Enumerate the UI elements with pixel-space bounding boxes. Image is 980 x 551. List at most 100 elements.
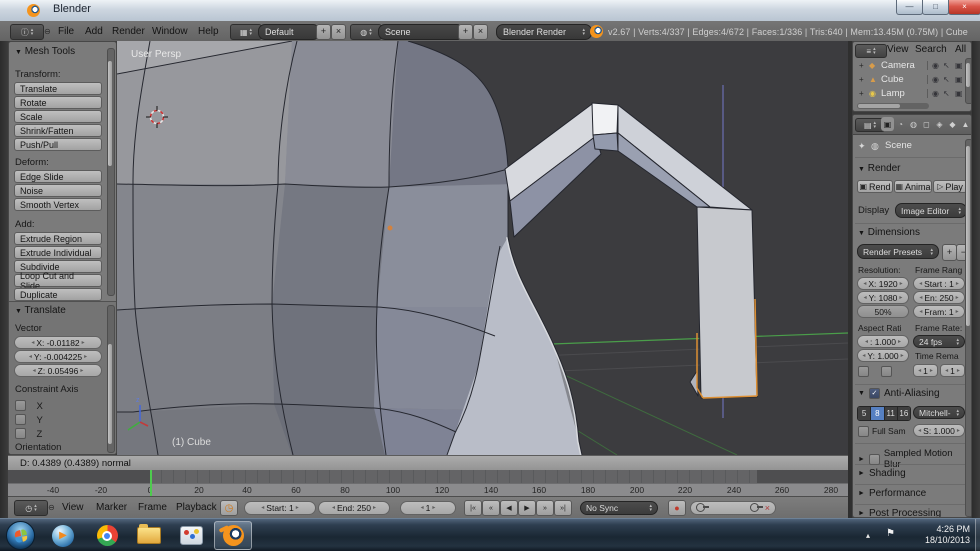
- previous-keyframe-button[interactable]: «: [482, 500, 500, 516]
- taskbar-blender-active[interactable]: [214, 521, 252, 550]
- vector-z-field[interactable]: ◂ Z: 0.05496 ▸: [14, 364, 102, 377]
- expander-icon[interactable]: +: [859, 75, 864, 84]
- current-frame-cursor[interactable]: [150, 470, 152, 496]
- render-presets-select[interactable]: Render Presets ▴ ▾: [857, 244, 939, 259]
- anti-aliasing-panel-header[interactable]: ▼ ✓ Anti-Aliasing: [858, 388, 940, 399]
- aspect-y-field[interactable]: ◂ Y: 1.000 ▸: [857, 349, 909, 362]
- checkbox-y[interactable]: [15, 414, 26, 425]
- minimize-button[interactable]: —: [896, 0, 923, 15]
- tool-translate-button[interactable]: Translate: [14, 82, 102, 95]
- timeline-ruler[interactable]: -40 -20 0 20 40 60 80 100 120 140 160 18…: [8, 483, 848, 496]
- tool-extrude-region-button[interactable]: Extrude Region: [14, 232, 102, 245]
- delete-keyframe-icon[interactable]: ×: [765, 503, 770, 513]
- full-sample-checkbox[interactable]: [858, 426, 869, 437]
- menu-render[interactable]: Render: [112, 26, 145, 37]
- frame-step-field[interactable]: ◂ Fram: 1 ▸: [913, 305, 965, 318]
- aa-samples-segmented[interactable]: 5 8 11 16: [857, 406, 911, 421]
- jump-to-end-button[interactable]: »|: [554, 500, 572, 516]
- sync-mode-select[interactable]: No Sync ▴ ▾: [580, 500, 658, 515]
- preview-range-button[interactable]: ◷: [220, 500, 238, 516]
- vector-x-field[interactable]: ◂ X: -0.01182 ▸: [14, 336, 102, 349]
- selected-vertex[interactable]: [387, 225, 393, 231]
- keying-set-field[interactable]: ×: [690, 500, 776, 515]
- start-button[interactable]: [6, 521, 35, 550]
- expander-icon[interactable]: +: [859, 61, 864, 70]
- 3d-viewport[interactable]: z User Persp (1) Cube: [117, 41, 848, 455]
- layout-name-field[interactable]: Default: [258, 24, 320, 40]
- tab-constraints[interactable]: ◈: [933, 117, 946, 131]
- selectable-icon[interactable]: ↖: [943, 61, 950, 70]
- delete-layout-button[interactable]: ×: [331, 24, 346, 40]
- sampled-motion-blur-panel-header[interactable]: ► Sampled Motion Blur: [858, 448, 971, 470]
- render-engine-select[interactable]: Blender Render ▴ ▾: [496, 24, 592, 40]
- border-checkbox[interactable]: [858, 366, 869, 377]
- motion-blur-checkbox[interactable]: [868, 453, 880, 465]
- record-button[interactable]: ●: [668, 500, 686, 516]
- delete-scene-button[interactable]: ×: [473, 24, 488, 40]
- next-keyframe-button[interactable]: »: [536, 500, 554, 516]
- viewport-header[interactable]: D: 0.4389 (0.4389) normal: [8, 455, 848, 470]
- play-button[interactable]: ▶: [518, 500, 536, 516]
- frame-end-field[interactable]: ◂ En: 250 ▸: [913, 291, 965, 304]
- tab-render[interactable]: ▣: [881, 117, 894, 131]
- close-button[interactable]: ×: [948, 0, 980, 15]
- remap-old-field[interactable]: ◂ 1 ▸: [913, 364, 938, 377]
- outliner-hscrollbar[interactable]: [857, 103, 929, 109]
- jump-to-start-button[interactable]: |«: [464, 500, 482, 516]
- outliner-row-lamp[interactable]: + ◉ Lamp ◉ ↖ ▣: [853, 87, 965, 100]
- post-processing-panel-header[interactable]: ► Post Processing: [858, 508, 941, 517]
- show-desktop-button[interactable]: [975, 519, 980, 551]
- crop-checkbox[interactable]: [881, 366, 892, 377]
- checkbox-z[interactable]: [15, 428, 26, 439]
- resolution-percentage-slider[interactable]: 50%: [857, 305, 909, 318]
- selectable-icon[interactable]: ↖: [943, 75, 950, 84]
- insert-keyframe-icon[interactable]: [749, 503, 763, 512]
- render-still-button[interactable]: ▣ Rend: [857, 180, 893, 193]
- translate-operator-header[interactable]: ▼ Translate: [15, 305, 66, 316]
- aa-sample-16[interactable]: 16: [897, 407, 910, 420]
- render-restrict-icon[interactable]: ▣: [955, 61, 963, 70]
- scrollbar-thumb[interactable]: [966, 63, 970, 87]
- vector-y-field[interactable]: ◂ Y: -0.004225 ▸: [14, 350, 102, 363]
- expander-icon[interactable]: +: [859, 89, 864, 98]
- frame-start-field[interactable]: ◂ Start : 1 ▸: [913, 277, 965, 290]
- performance-panel-header[interactable]: ► Performance: [858, 488, 926, 499]
- eye-icon[interactable]: ◉: [927, 89, 939, 98]
- tray-show-hidden-icon[interactable]: ▴: [866, 531, 870, 540]
- mesh-tools-panel-header[interactable]: ▼ Mesh Tools: [15, 46, 75, 57]
- tool-loop-cut-button[interactable]: Loop Cut and Slide: [14, 271, 102, 291]
- tab-scene[interactable]: ◔: [894, 117, 907, 131]
- tool-smooth-vertex-button[interactable]: Smooth Vertex: [14, 198, 102, 211]
- action-center-flag-icon[interactable]: ⚑: [886, 528, 895, 539]
- aa-sample-11[interactable]: 11: [884, 407, 898, 420]
- scrollbar-thumb[interactable]: [858, 104, 900, 108]
- add-scene-button[interactable]: +: [458, 24, 473, 40]
- remap-new-field[interactable]: ◂ 1 ▸: [940, 364, 965, 377]
- play-reverse-button[interactable]: ◀: [500, 500, 518, 516]
- render-panel-header[interactable]: ▼ Render: [858, 163, 901, 174]
- taskbar-media-player[interactable]: ▶: [44, 521, 82, 550]
- checkbox-x[interactable]: [15, 400, 26, 411]
- tab-world[interactable]: ◍: [907, 117, 920, 131]
- collapse-menus-icon[interactable]: ⊖: [48, 503, 55, 512]
- resolution-x-field[interactable]: ◂ X: 1920 ▸: [857, 277, 909, 290]
- scene-name-field[interactable]: Scene: [378, 24, 464, 40]
- frame-end-field[interactable]: ◂ End: 250 ▸: [318, 500, 390, 515]
- editor-type-button[interactable]: ⓘ ▴ ▾: [10, 24, 44, 40]
- window-titlebar[interactable]: Blender — □ ×: [0, 0, 980, 22]
- render-restrict-icon[interactable]: ▣: [955, 75, 963, 84]
- eye-icon[interactable]: ◉: [927, 75, 939, 84]
- collapse-menus-icon[interactable]: ⊖: [44, 27, 51, 36]
- taskbar-paint[interactable]: [172, 521, 210, 550]
- outliner-row-camera[interactable]: + ◆ Camera ◉ ↖ ▣: [853, 59, 965, 72]
- outliner-vscrollbar[interactable]: [965, 58, 971, 104]
- tool-noise-button[interactable]: Noise: [14, 184, 102, 197]
- render-restrict-icon[interactable]: ▣: [955, 89, 963, 98]
- timeline-ruler-area[interactable]: -40 -20 0 20 40 60 80 100 120 140 160 18…: [8, 470, 848, 496]
- frame-start-field[interactable]: ◂ Start: 1 ▸: [244, 500, 316, 515]
- menu-file[interactable]: File: [58, 26, 74, 37]
- render-animation-button[interactable]: ▦ Anima: [894, 180, 932, 193]
- aa-size-field[interactable]: ◂ S: 1.000 ▸: [913, 424, 965, 437]
- outliner-menu-search[interactable]: Search: [915, 44, 947, 55]
- timeline-menu-frame[interactable]: Frame: [138, 502, 167, 513]
